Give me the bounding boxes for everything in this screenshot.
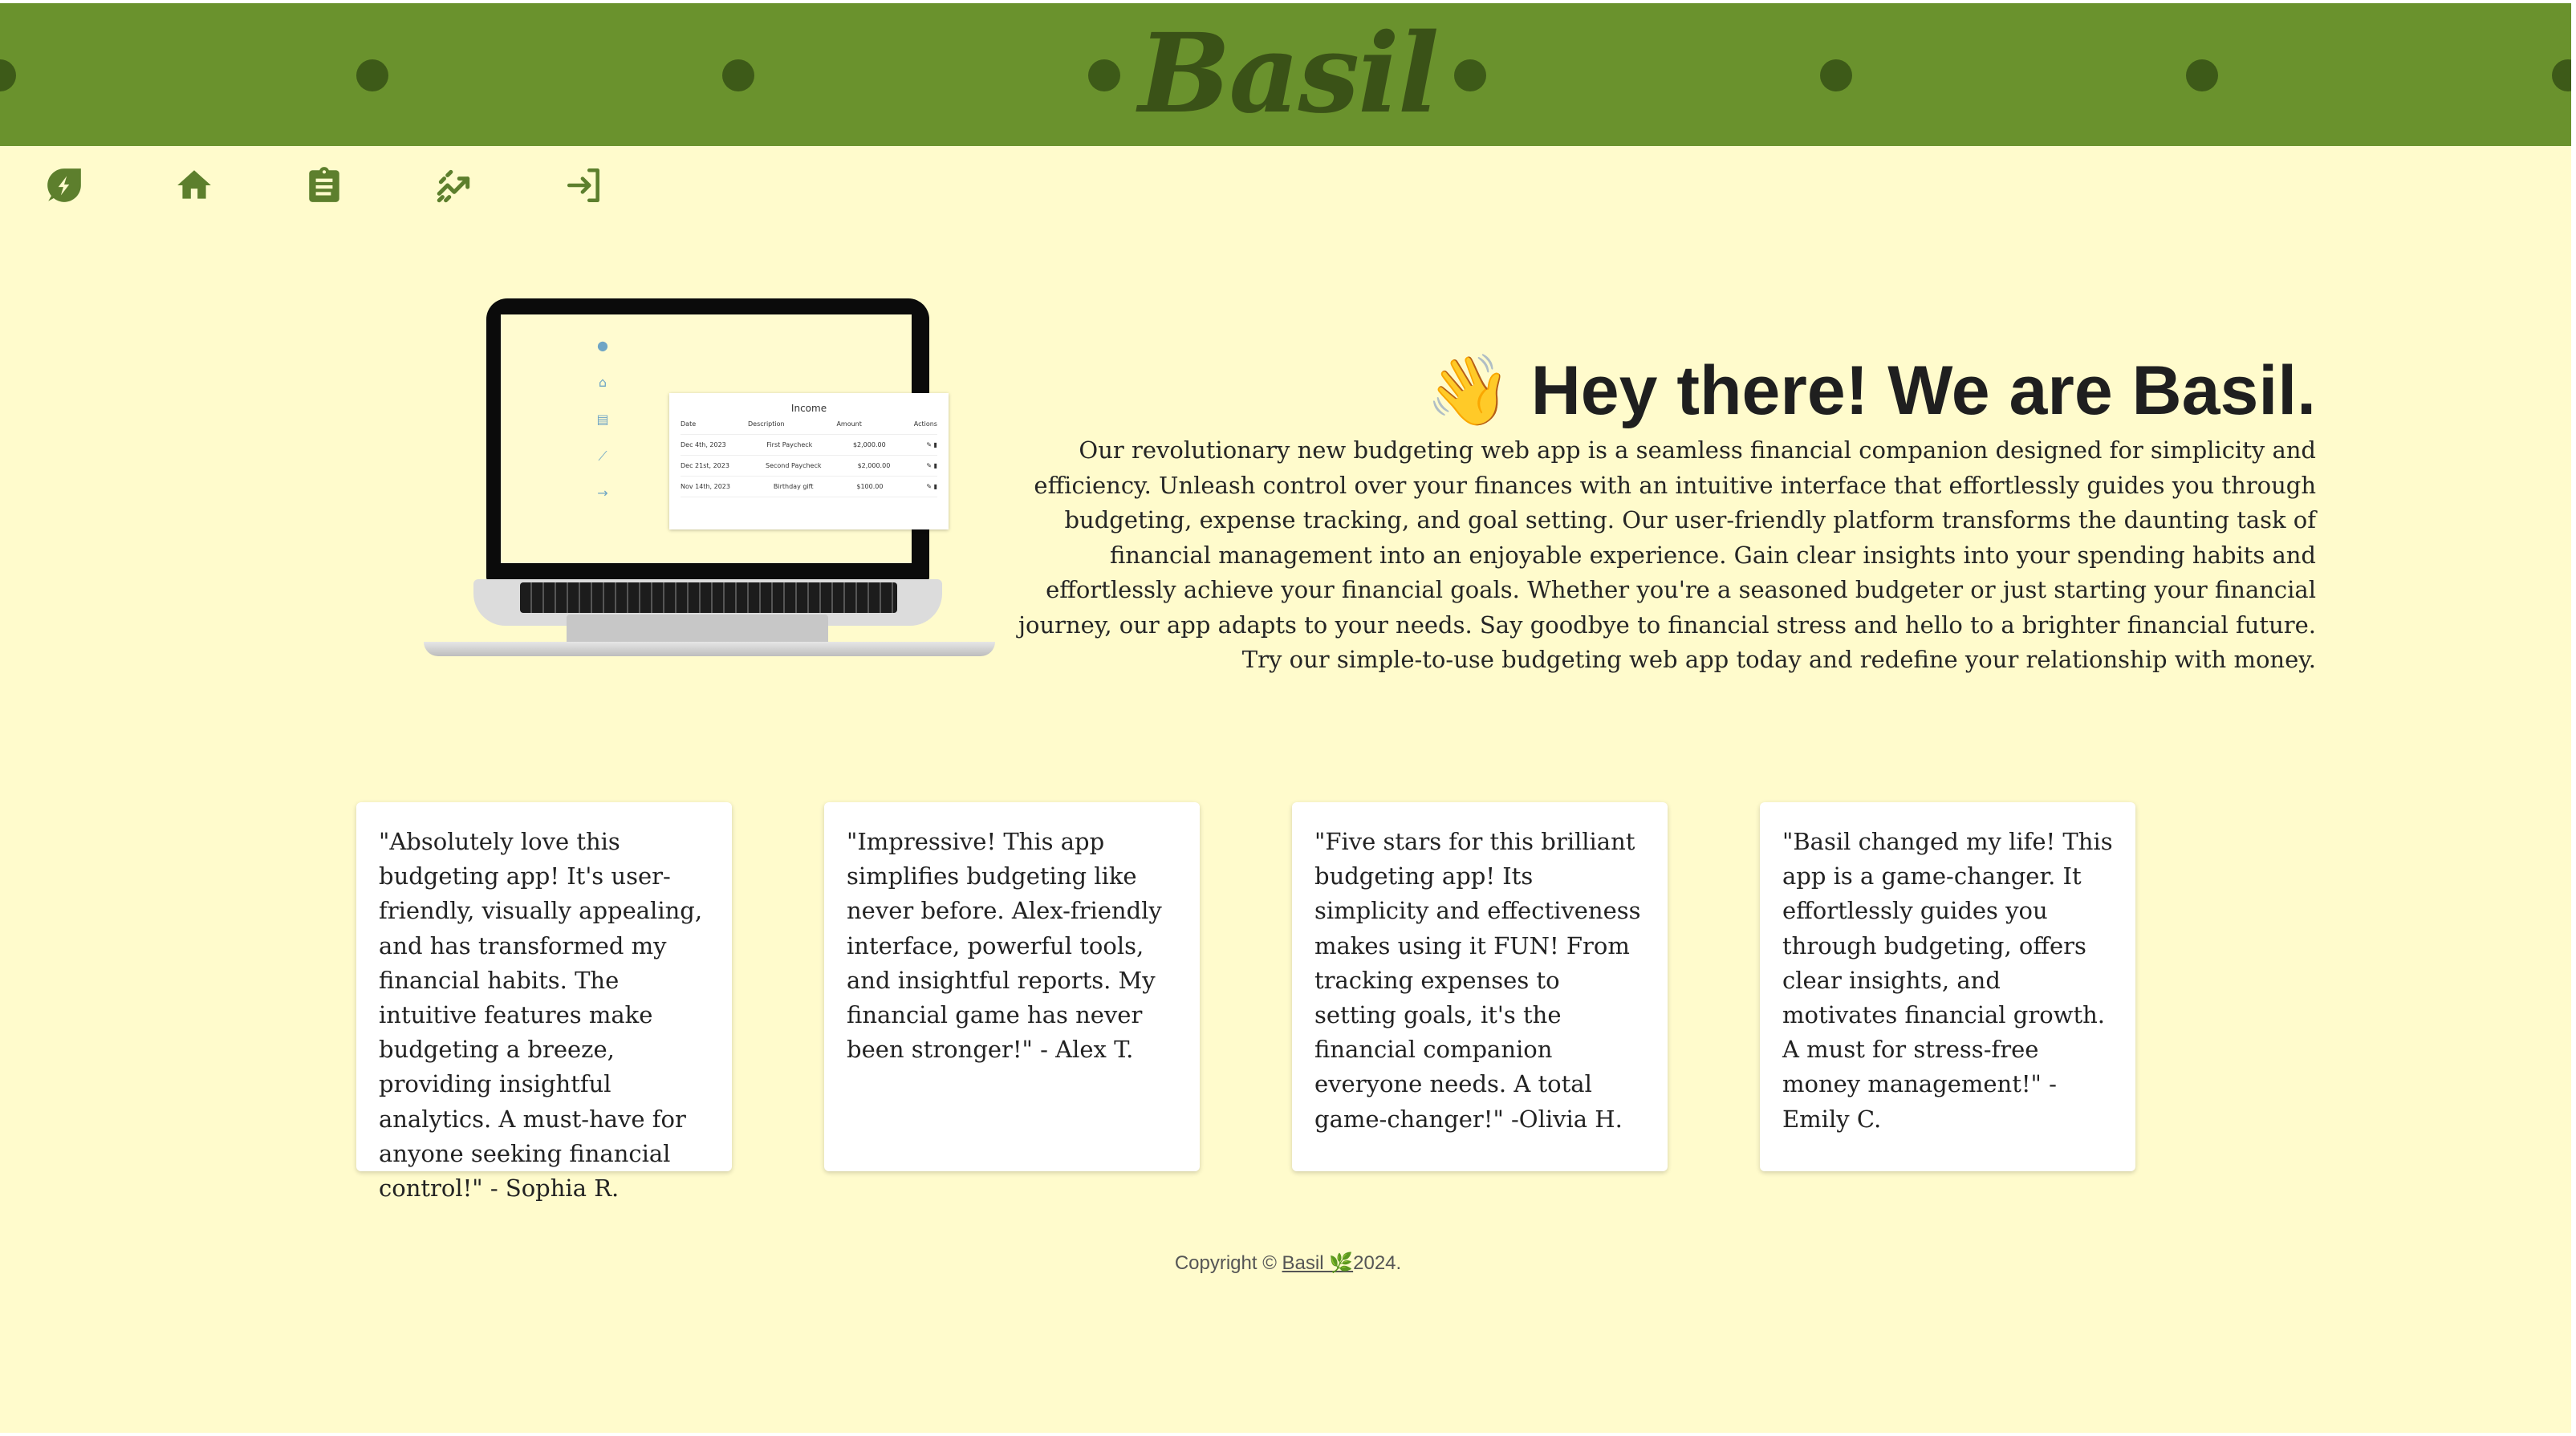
mini-cell: $2,000.00 — [857, 462, 891, 469]
mini-table-row: Nov 14th, 2023 Birthday gift $100.00 ✎ ▮ — [681, 477, 937, 497]
mini-cell: Dec 4th, 2023 — [681, 441, 726, 448]
analytics-icon[interactable] — [432, 163, 477, 208]
mini-clipboard-icon: ▤ — [596, 412, 609, 427]
mini-login-icon: → — [597, 485, 608, 501]
home-icon[interactable] — [172, 163, 217, 208]
mini-cell: First Paycheck — [766, 441, 813, 448]
mini-edit-delete-icon: ✎ ▮ — [926, 462, 937, 469]
hero-title: 👋 Hey there! We are Basil. — [1273, 347, 2316, 435]
mini-cell: $100.00 — [856, 483, 884, 490]
mini-home-icon: ⌂ — [598, 375, 607, 390]
footer-basil-link[interactable]: Basil 🌿 — [1282, 1252, 1354, 1274]
mini-table-header: Date Description Amount Actions — [681, 414, 937, 435]
logo-leaf-icon[interactable] — [42, 163, 87, 208]
hero-title-text: Hey there! We are Basil. — [1530, 352, 2316, 429]
mini-edit-delete-icon: ✎ ▮ — [926, 441, 937, 448]
mini-income-card: Income Date Description Amount Actions D… — [669, 393, 949, 529]
mini-table-row: Dec 4th, 2023 First Paycheck $2,000.00 ✎… — [681, 435, 937, 456]
testimonial-card: "Absolutely love this budgeting app! It'… — [356, 802, 732, 1202]
window-bottom-edge — [0, 1433, 2576, 1436]
testimonial-card: "Basil changed my life! This app is a ga… — [1760, 802, 2135, 1171]
mini-col-actions: Actions — [913, 420, 937, 428]
site-header: Basil — [0, 3, 2576, 146]
clipboard-icon[interactable] — [302, 163, 347, 208]
copyright-year: 2024. — [1353, 1252, 1402, 1274]
window-right-edge — [2571, 0, 2576, 1436]
laptop-front-edge — [424, 642, 995, 656]
waving-hand-icon: 👋 — [1425, 352, 1512, 429]
login-icon[interactable] — [562, 163, 607, 208]
mini-col-amount: Amount — [836, 420, 862, 428]
testimonial-text: "Five stars for this brilliant budgeting… — [1314, 828, 1641, 1133]
mini-leaf-icon: ● — [597, 338, 608, 353]
mini-cell: $2,000.00 — [852, 441, 886, 448]
laptop-keyboard — [520, 582, 897, 613]
mini-table-row: Dec 21st, 2023 Second Paycheck $2,000.00… — [681, 456, 937, 477]
mini-cell: Birthday gift — [773, 483, 814, 490]
testimonial-text: "Impressive! This app simplifies budgeti… — [847, 828, 1162, 1064]
copyright-prefix: Copyright © — [1174, 1252, 1282, 1274]
footer-copyright: Copyright © Basil 🌿2024. — [0, 1251, 2576, 1275]
mini-cell: Second Paycheck — [766, 462, 822, 469]
mini-analytics-icon: ⟋ — [598, 448, 607, 464]
testimonial-text: "Basil changed my life! This app is a ga… — [1782, 828, 2113, 1133]
mini-income-title: Income — [790, 403, 827, 414]
hero-description: Our revolutionary new budgeting web app … — [1018, 436, 2316, 673]
mini-col-description: Description — [748, 420, 785, 428]
testimonial-text: "Absolutely love this budgeting app! It'… — [379, 828, 703, 1203]
testimonial-card: "Five stars for this brilliant budgeting… — [1292, 802, 1668, 1171]
testimonial-card: "Impressive! This app simplifies budgeti… — [824, 802, 1200, 1171]
mini-cell: Dec 21st, 2023 — [681, 462, 729, 469]
brand-logo-text[interactable]: Basil — [0, 18, 2576, 130]
laptop-screen: ● ⌂ ▤ ⟋ → Income Date Description Amount… — [501, 314, 949, 563]
mini-cell: Nov 14th, 2023 — [681, 483, 730, 490]
laptop-illustration: ● ⌂ ▤ ⟋ → Income Date Description Amount… — [424, 297, 995, 663]
mini-col-date: Date — [681, 420, 697, 428]
mini-edit-delete-icon: ✎ ▮ — [926, 483, 937, 490]
